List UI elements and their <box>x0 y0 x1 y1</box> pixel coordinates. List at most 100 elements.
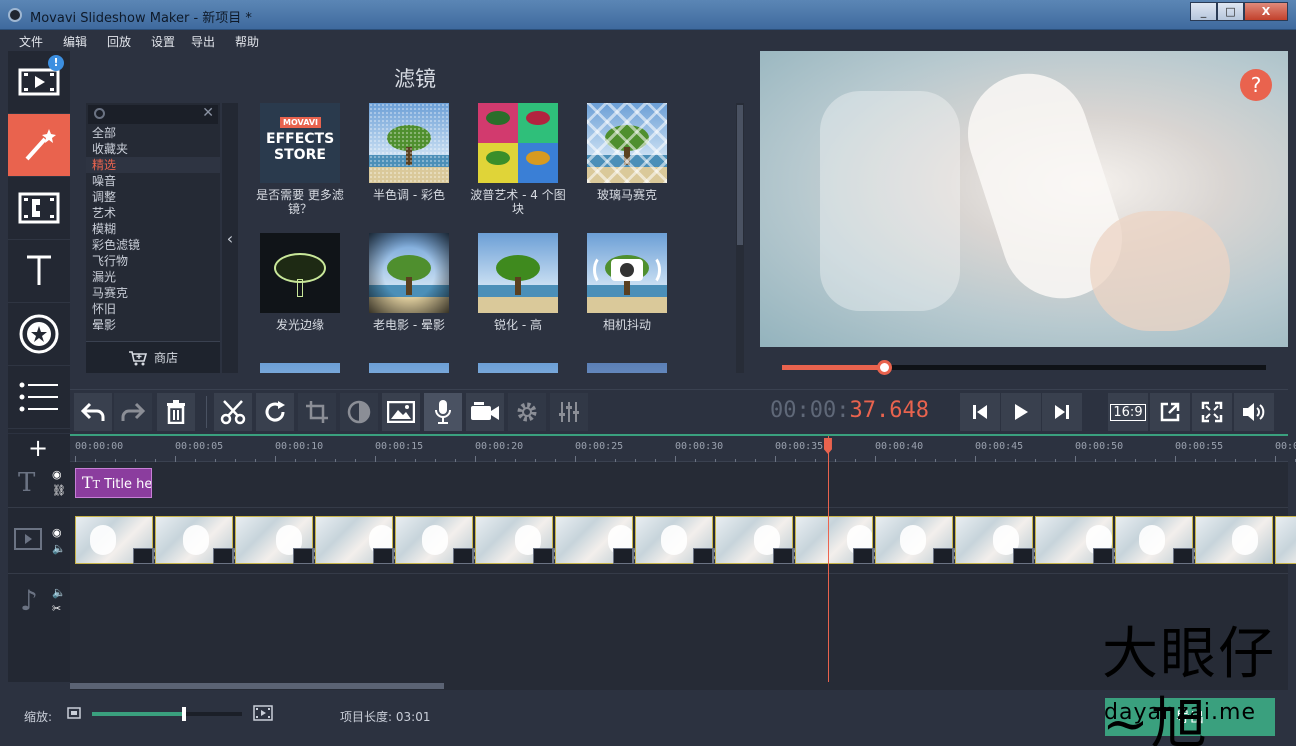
speaker-icon[interactable]: 🔈 <box>52 586 66 599</box>
close-button[interactable]: X <box>1244 2 1288 21</box>
rotate-button[interactable] <box>256 393 294 431</box>
category-item[interactable]: 晕影 <box>86 317 220 333</box>
speaker-icon[interactable]: 🔈 <box>52 542 66 555</box>
record-voice-button[interactable] <box>424 393 462 431</box>
import-media-tool[interactable]: ! <box>8 51 70 114</box>
timeline-scrollbar[interactable] <box>70 682 1288 690</box>
filter-item[interactable]: 发光边缘 <box>248 233 352 332</box>
filter-label: 相机抖动 <box>602 318 651 332</box>
undo-button[interactable] <box>74 393 112 431</box>
scrollbar-thumb[interactable] <box>737 105 743 245</box>
add-track-button[interactable]: + <box>28 436 48 460</box>
transitions-tool[interactable] <box>8 177 70 240</box>
clear-search-icon[interactable]: ✕ <box>202 105 214 121</box>
video-preview[interactable]: ? <box>760 51 1288 347</box>
store-button[interactable]: 商店 <box>86 341 220 373</box>
menu-file[interactable]: 文件 <box>19 33 43 50</box>
category-item[interactable]: 彩色滤镜 <box>86 237 220 253</box>
filter-item-partial[interactable] <box>575 363 679 373</box>
collapse-panel-button[interactable]: ‹ <box>222 103 238 373</box>
redo-button[interactable] <box>114 393 152 431</box>
menu-edit[interactable]: 编辑 <box>63 33 87 50</box>
filter-item[interactable]: 玻璃马赛克 <box>575 103 679 202</box>
category-item-selected[interactable]: 精选 <box>86 157 220 173</box>
maximize-button[interactable]: □ <box>1217 2 1244 21</box>
filter-item[interactable]: 老电影 - 晕影 <box>357 233 461 332</box>
menu-playback[interactable]: 回放 <box>107 33 131 50</box>
ruler-tick-label: 00:00:20 <box>475 441 524 452</box>
playhead[interactable] <box>823 436 832 684</box>
timeline[interactable]: 00:00:00 00:00:05 00:00:10 00:00:15 00:00:20… <box>70 434 1296 684</box>
detach-preview-button[interactable] <box>1150 393 1190 431</box>
filter-item[interactable]: 锐化 - 高 <box>466 233 570 332</box>
filter-item-partial[interactable] <box>248 363 352 373</box>
filters-tool[interactable] <box>8 114 70 177</box>
menu-help[interactable]: 帮助 <box>235 33 259 50</box>
link-icon[interactable]: ⛓ <box>52 484 66 497</box>
category-item[interactable]: 飞行物 <box>86 253 220 269</box>
more-tool[interactable] <box>8 366 70 429</box>
unlink-icon[interactable]: ✂ <box>52 602 61 615</box>
filters-scrollbar[interactable] <box>736 103 744 373</box>
help-button[interactable]: ? <box>1240 69 1272 101</box>
eye-icon[interactable]: ◉ <box>52 468 62 481</box>
volume-button[interactable] <box>1234 393 1274 431</box>
search-input[interactable]: ✕ <box>88 105 218 124</box>
next-frame-button[interactable] <box>1042 393 1082 431</box>
delete-button[interactable] <box>157 393 195 431</box>
category-item[interactable]: 模糊 <box>86 221 220 237</box>
camera-icon <box>611 259 643 281</box>
export-button[interactable]: 导出 <box>1105 698 1275 736</box>
filter-item[interactable]: MOVAVI EFFECTS STORE 是否需要 更多滤镜？ <box>248 103 352 216</box>
audio-properties-button[interactable] <box>550 393 588 431</box>
zoom-slider-knob[interactable] <box>181 707 186 721</box>
window-titlebar: Movavi Slideshow Maker - 新项目 * _ □ X <box>0 0 1296 30</box>
effects-store-thumbnail: MOVAVI EFFECTS STORE <box>260 103 340 183</box>
filter-item[interactable]: 相机抖动 <box>575 233 679 332</box>
stickers-tool[interactable] <box>8 303 70 366</box>
filter-item-partial[interactable] <box>357 363 461 373</box>
record-video-button[interactable] <box>466 393 504 431</box>
filter-item[interactable]: 波普艺术 - 4 个图块 <box>466 103 570 216</box>
zoom-out-icon[interactable] <box>67 707 81 719</box>
playback-progress-bar[interactable] <box>782 360 1266 375</box>
play-button[interactable] <box>1001 393 1041 431</box>
timeline-ruler[interactable]: 00:00:00 00:00:05 00:00:10 00:00:15 00:00:20… <box>70 436 1296 462</box>
film-transition-icon <box>18 192 60 224</box>
timeline-scroll-thumb[interactable] <box>70 683 444 689</box>
split-button[interactable] <box>214 393 252 431</box>
previous-frame-button[interactable] <box>960 393 1000 431</box>
minimize-button[interactable]: _ <box>1190 2 1217 21</box>
clip-properties-button[interactable] <box>508 393 546 431</box>
video-clip[interactable] <box>1275 516 1296 564</box>
category-item[interactable]: 调整 <box>86 189 220 205</box>
menu-export[interactable]: 导出 <box>191 33 215 50</box>
zoom-slider[interactable] <box>92 707 242 721</box>
video-clip[interactable] <box>1195 516 1273 564</box>
aspect-ratio-button[interactable]: 16:9 <box>1108 393 1148 431</box>
menu-settings[interactable]: 设置 <box>151 33 175 50</box>
category-item[interactable]: 马赛克 <box>86 285 220 301</box>
filter-item-partial[interactable] <box>466 363 570 373</box>
crop-button[interactable] <box>298 393 336 431</box>
progress-knob[interactable] <box>876 360 892 375</box>
category-item[interactable]: 噪音 <box>86 173 220 189</box>
category-item[interactable]: 怀旧 <box>86 301 220 317</box>
filter-label: 老电影 - 晕影 <box>373 318 445 332</box>
fullscreen-button[interactable] <box>1192 393 1232 431</box>
category-item[interactable]: 全部 <box>86 125 220 141</box>
zoom-in-icon[interactable] <box>253 705 273 721</box>
eye-icon[interactable]: ◉ <box>52 526 62 539</box>
titles-tool[interactable] <box>8 240 70 303</box>
category-item[interactable]: 艺术 <box>86 205 220 221</box>
category-item[interactable]: 漏光 <box>86 269 220 285</box>
track-headers: + T ◉ ⛓ ◉ 🔈 ♪ 🔈 ✂ <box>8 434 70 682</box>
pan-zoom-button[interactable] <box>382 393 420 431</box>
category-item[interactable]: 收藏夹 <box>86 141 220 157</box>
skip-forward-icon <box>1055 405 1069 419</box>
star-badge-icon <box>19 314 59 354</box>
color-adjust-button[interactable] <box>340 393 378 431</box>
ruler-tick-label: 00:00:25 <box>575 441 624 452</box>
filter-item[interactable]: 半色调 - 彩色 <box>357 103 461 202</box>
title-clip[interactable]: TT Title he <box>75 468 152 498</box>
